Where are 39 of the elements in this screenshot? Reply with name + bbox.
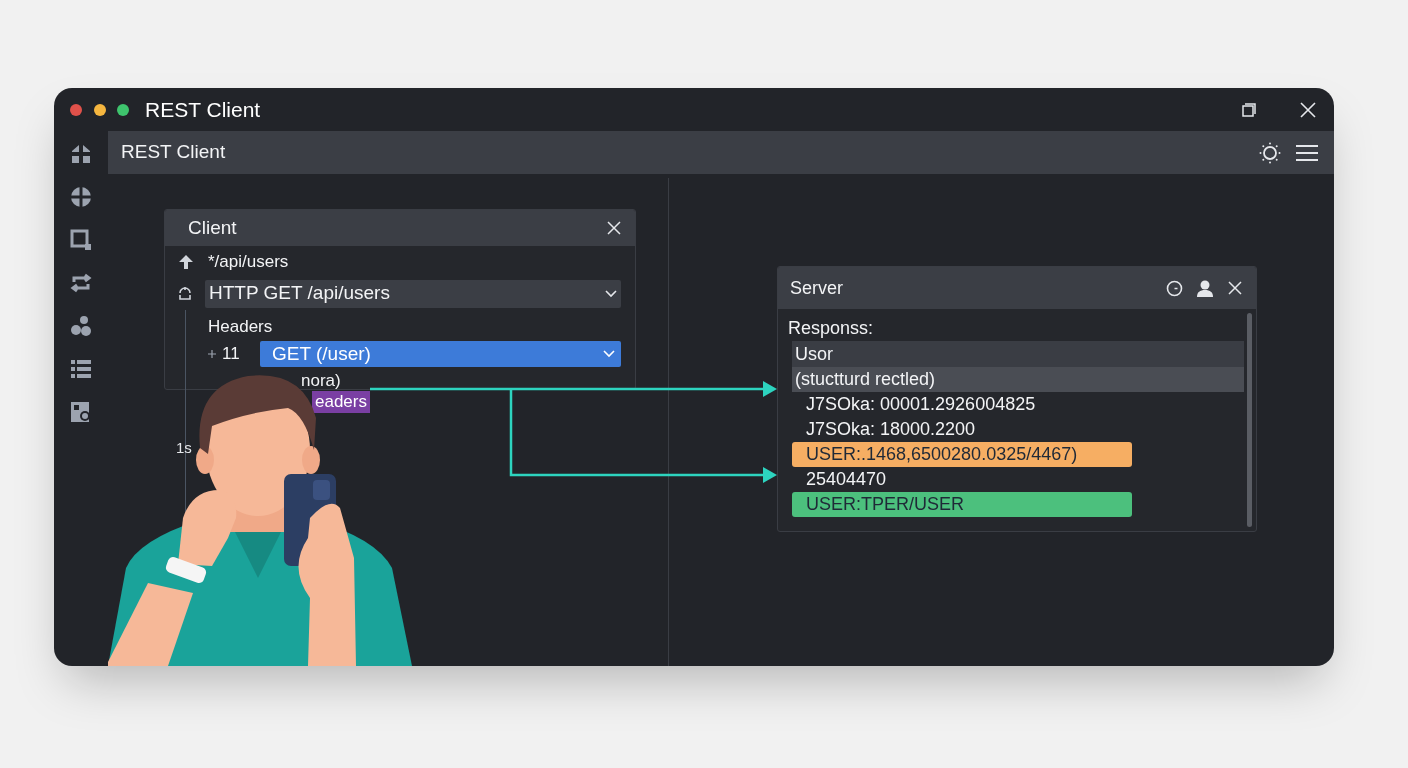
method-dropdown[interactable]: GET (/user) [260,341,621,367]
shapes-icon[interactable] [70,315,92,337]
up-arrow-icon [178,254,194,270]
response-label: Responss: [788,318,874,338]
sun-icon[interactable] [1259,141,1281,164]
list-icon[interactable] [70,358,92,380]
response-line: J7SOka: 18000.2200 [805,418,977,441]
close-icon[interactable] [1300,101,1316,118]
window-title: REST Client [145,96,261,123]
response-line: J7SOka: 00001.2926004825 [805,393,1037,416]
clock-icon[interactable] [1166,279,1183,297]
plus-shape-icon[interactable] [70,186,92,208]
scrollbar[interactable] [1247,313,1252,527]
user-icon[interactable] [1196,279,1214,297]
refresh-icon[interactable] [177,285,193,302]
chevron-down-icon [605,289,617,298]
url-path: */api/users [208,251,289,274]
response-line: 25404470 [805,468,888,491]
tree-item-text: nora) [301,371,341,389]
dashboard-icon[interactable] [70,401,92,423]
header-title: REST Client [121,140,226,165]
headers-label: Headers [208,315,273,338]
response-row: (stuctturd rectled) [792,367,1244,392]
menu-icon[interactable] [1296,143,1318,162]
square-icon[interactable] [70,229,92,251]
close-icon[interactable] [1228,281,1242,295]
response-row: Usor [792,341,1244,367]
plus-icon [208,350,216,358]
swap-icon[interactable] [70,272,92,294]
request-dropdown[interactable]: HTTP GET /api/users [205,279,621,308]
close-icon[interactable] [607,221,621,235]
chevron-down-icon [603,350,615,358]
panel-title: Server [790,276,843,300]
panel-title: Client [188,215,237,240]
grid-icon[interactable] [70,143,92,165]
headers-tag: eaders [312,391,370,413]
maximize-icon[interactable] [1242,102,1256,117]
row-number: 11 [222,343,241,366]
tree-item-text: 1s [176,438,192,458]
